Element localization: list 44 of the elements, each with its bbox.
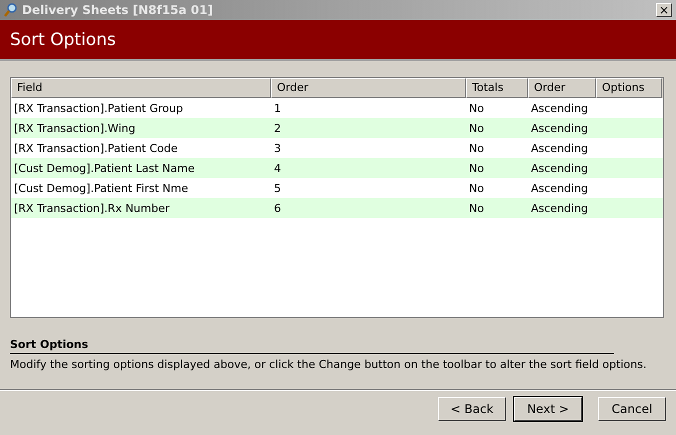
help-text: Modify the sorting options displayed above, or click the Change button on the toolbar to alter the sort field options.	[10, 358, 648, 371]
close-button[interactable]: ×	[656, 3, 672, 17]
table-cell-text: Ascending	[530, 102, 590, 114]
table-cell-text: 5	[273, 182, 282, 194]
grid-row[interactable]: [RX Transaction].Patient Code 3 No Ascending	[11, 138, 663, 158]
table-cell-text: 1	[273, 102, 282, 114]
table-cell-text: No	[468, 182, 485, 194]
help-title: Sort Options	[10, 338, 614, 354]
wizard-button[interactable]: Next >	[514, 397, 582, 421]
grid-row[interactable]: [Cust Demog].Patient First Nme 5 No Ascending	[11, 178, 663, 198]
window-title: Delivery Sheets [N8f15a 01]	[22, 3, 214, 17]
table-cell-text: [RX Transaction].Patient Group	[13, 102, 184, 114]
table-cell-text: No	[468, 122, 485, 134]
table-cell-text: No	[468, 202, 485, 214]
grid-row[interactable]: [RX Transaction].Wing 2 No Ascending	[11, 118, 663, 138]
magnifier-icon	[4, 3, 18, 17]
table-cell-text: [Cust Demog].Patient Last Name	[13, 162, 196, 174]
table-cell-text: 4	[273, 162, 282, 174]
table-cell-text: [RX Transaction].Wing	[13, 122, 136, 134]
table-cell-text: 2	[273, 122, 282, 134]
grid-row[interactable]: [RX Transaction].Rx Number 6 No Ascending	[11, 198, 663, 218]
column-header[interactable]: Order	[271, 78, 466, 98]
wizard-button[interactable]: < Back	[438, 397, 506, 421]
table-cell-text: [RX Transaction].Patient Code	[13, 142, 179, 154]
table-cell-text: No	[468, 162, 485, 174]
column-header[interactable]: Field	[11, 78, 271, 98]
table-cell-text: [RX Transaction].Rx Number	[13, 202, 171, 214]
table-cell-text: No	[468, 102, 485, 114]
table-cell-text: Ascending	[530, 162, 590, 174]
page-header: Sort Options	[0, 20, 676, 61]
column-header[interactable]: Order	[528, 78, 596, 98]
column-header[interactable]: Options	[596, 78, 662, 98]
wizard-button[interactable]: Cancel	[598, 397, 666, 421]
table-cell-text: 3	[273, 142, 282, 154]
column-header[interactable]: Totals	[466, 78, 528, 98]
table-cell-text: Ascending	[530, 182, 590, 194]
grid-row[interactable]: [RX Transaction].Patient Group 1 No Ascending	[11, 98, 663, 118]
table-cell-text: 6	[273, 202, 282, 214]
table-cell-text: [Cust Demog].Patient First Nme	[13, 182, 190, 194]
table-cell-text: Ascending	[530, 142, 590, 154]
table-cell-text: No	[468, 142, 485, 154]
grid-row[interactable]: [Cust Demog].Patient Last Name 4 No Ascending	[11, 158, 663, 178]
table-cell-text: Ascending	[530, 122, 590, 134]
table-cell-text: Ascending	[530, 202, 590, 214]
